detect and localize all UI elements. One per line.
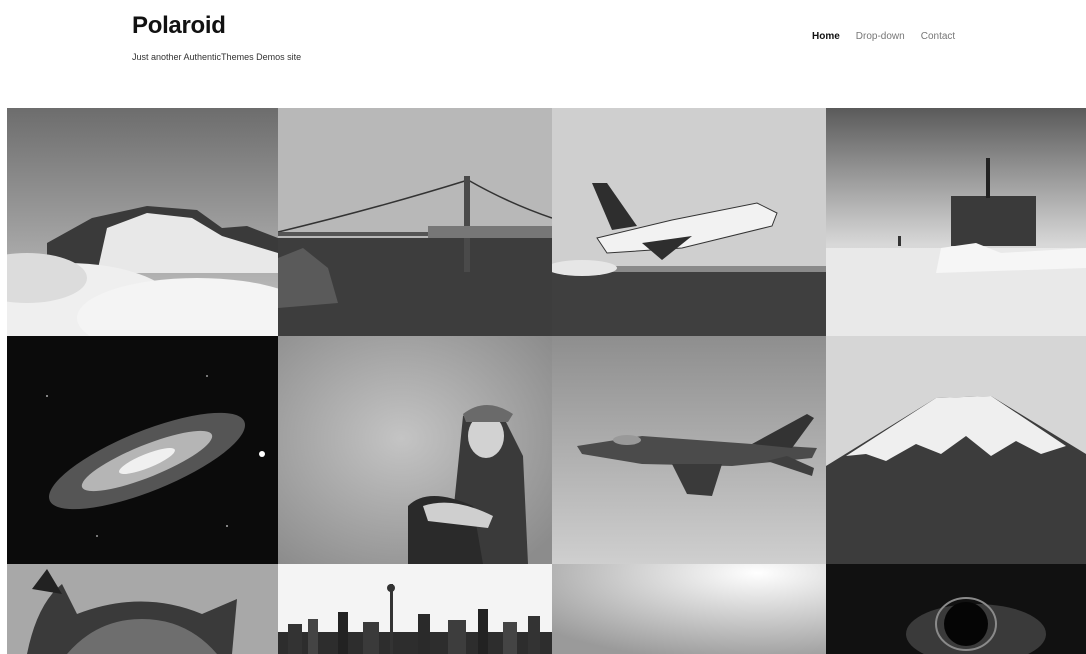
gallery-tile-mountain[interactable] <box>7 108 278 336</box>
nav-item-drop-down[interactable]: Drop-down <box>856 30 905 44</box>
gallery-tile-skyline[interactable] <box>278 564 552 654</box>
site-header: Polaroid Just another AuthenticThemes De… <box>0 0 1086 108</box>
gallery-tile-submarine[interactable] <box>826 108 1086 336</box>
gallery-tile-bridge[interactable] <box>278 108 552 336</box>
main-nav: Home Drop-down Contact <box>812 30 971 44</box>
photo-grid <box>7 108 1086 654</box>
gallery-tile-shuttle[interactable] <box>552 108 826 336</box>
owl-photo <box>7 564 278 654</box>
woman-portrait-photo <box>278 336 552 564</box>
fighter-jet-photo <box>552 336 826 564</box>
bright-sky-photo <box>552 564 826 654</box>
mountain-clouds-photo <box>7 108 278 336</box>
gallery-tile-fuji[interactable] <box>826 336 1086 564</box>
gallery-tile-portrait[interactable] <box>278 336 552 564</box>
gallery-tile-owl[interactable] <box>7 564 278 654</box>
submarine-photo <box>826 108 1086 336</box>
site-title[interactable]: Polaroid <box>132 11 301 41</box>
branding: Polaroid Just another AuthenticThemes De… <box>132 11 301 62</box>
gallery-tile-eclipse[interactable] <box>826 564 1086 654</box>
nav-item-contact[interactable]: Contact <box>921 30 955 44</box>
space-shuttle-photo <box>552 108 826 336</box>
site-tagline: Just another AuthenticThemes Demos site <box>132 52 302 62</box>
galaxy-photo <box>7 336 278 564</box>
city-skyline-photo <box>278 564 552 654</box>
gallery-tile-sky[interactable] <box>552 564 826 654</box>
mount-fuji-photo <box>826 336 1086 564</box>
gallery-tile-jet[interactable] <box>552 336 826 564</box>
gallery-tile-galaxy[interactable] <box>7 336 278 564</box>
nav-item-home[interactable]: Home <box>812 30 840 44</box>
eclipse-photo <box>826 564 1086 654</box>
bridge-photo <box>278 108 552 336</box>
